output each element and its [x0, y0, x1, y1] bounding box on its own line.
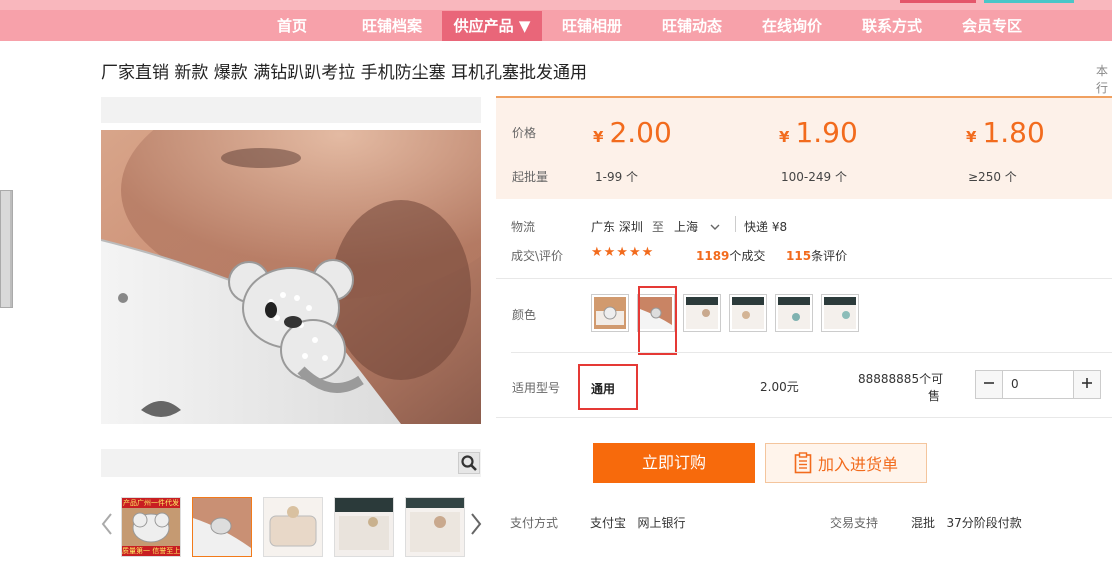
color-swatch[interactable]: [821, 294, 859, 332]
divider: [511, 352, 1112, 353]
top-decor-strip: [0, 0, 1112, 10]
nav-inquiry[interactable]: 在线询价: [742, 11, 842, 41]
nav-shop-profile[interactable]: 旺铺档案: [342, 11, 442, 41]
ship-to-word: 至: [652, 220, 665, 234]
nav-home[interactable]: 首页: [242, 11, 342, 41]
payment-methods: 支付宝 网上银行: [590, 516, 686, 530]
thumbnail-caption: 产品广州一件代发: [122, 498, 180, 508]
thumbnail-strip: 产品广州一件代发 质量第一 信誉至上: [121, 497, 476, 557]
thumb-prev-button[interactable]: [100, 512, 114, 536]
stock-line-1: 88888885个可: [858, 372, 944, 386]
main-product-image[interactable]: [101, 130, 481, 424]
gallery-toolbar: [101, 449, 481, 477]
top-decor-block: [984, 0, 1074, 3]
divider: [496, 278, 1112, 279]
currency-symbol: ¥: [779, 128, 790, 146]
trade-support-label: 交易支持: [830, 516, 879, 530]
gallery-header-bar: [101, 97, 481, 123]
deal-count: 1189: [696, 249, 730, 263]
moq-label: 起批量: [512, 170, 549, 184]
rating-stars: ★★★★★: [591, 245, 655, 260]
thumbnail[interactable]: [263, 497, 323, 557]
quantity-input[interactable]: 0: [1002, 371, 1074, 398]
currency-symbol: ¥: [966, 128, 977, 146]
qty-range: 100-249 个: [781, 170, 847, 184]
nav-contact[interactable]: 联系方式: [842, 11, 942, 41]
price-value: 1.80: [982, 116, 1045, 149]
plus-icon: [1082, 378, 1092, 388]
divider: [496, 417, 1112, 418]
ship-from: 广东 深圳: [591, 220, 643, 234]
deal-suffix: 个成交: [729, 249, 766, 263]
minus-icon: [984, 382, 994, 384]
qty-range: 1-99 个: [595, 170, 639, 184]
highlight-box: [638, 286, 677, 355]
trade-support-values: 混批 37分阶段付款: [911, 516, 1022, 530]
right-edge-text: 本行: [1096, 64, 1109, 95]
color-label: 颜色: [512, 308, 537, 322]
model-label: 适用型号: [512, 381, 561, 395]
nav-album[interactable]: 旺铺相册: [542, 11, 642, 41]
increment-button[interactable]: [1074, 371, 1100, 398]
thumbnail[interactable]: [334, 497, 394, 557]
chevron-left-icon: [101, 513, 112, 535]
deal-count-link[interactable]: 1189个成交: [696, 247, 765, 264]
top-decor-block: [900, 0, 976, 3]
deals-label: 成交\评价: [511, 249, 564, 263]
currency-symbol: ¥: [593, 128, 604, 146]
side-float-tab[interactable]: [0, 190, 13, 308]
express-fee: 快递 ¥8: [744, 220, 788, 234]
logistics-label: 物流: [511, 220, 536, 234]
review-count: 115: [786, 249, 812, 263]
price-tier-3: ¥1.80: [966, 116, 1045, 149]
top-nav-bar: 首页 旺铺档案 供应产品 ▼ 旺铺相册 旺铺动态 在线询价 联系方式 会员专区: [0, 0, 1112, 41]
highlight-box: [578, 364, 638, 410]
unit-price: 2.00元: [760, 380, 799, 394]
thumbnail-caption: 质量第一 信誉至上: [122, 546, 180, 556]
zoom-button[interactable]: [458, 452, 480, 474]
thumbnail[interactable]: 产品广州一件代发 质量第一 信誉至上: [121, 497, 181, 557]
price-tier-2: ¥1.90: [779, 116, 858, 149]
thumbnail[interactable]: [405, 497, 465, 557]
stock-line-2: 售: [928, 389, 941, 403]
color-swatch[interactable]: [591, 294, 629, 332]
product-title: 厂家直销 新款 爆款 满钻趴趴考拉 手机防尘塞 耳机孔塞批发通用: [101, 63, 588, 83]
color-swatch[interactable]: [683, 294, 721, 332]
side-float-tab-inner: [1, 191, 10, 307]
color-swatches: [591, 294, 867, 332]
ship-to-value: 上海: [674, 220, 699, 234]
chevron-down-icon: [710, 224, 720, 230]
price-value: 2.00: [609, 116, 672, 149]
review-count-link[interactable]: 115条评价: [786, 247, 847, 264]
magnifier-icon: [461, 455, 477, 471]
buy-now-button[interactable]: 立即订购: [593, 443, 755, 483]
quantity-stepper: 0: [975, 370, 1101, 399]
nav-members[interactable]: 会员专区: [942, 11, 1042, 41]
shop-nav: 首页 旺铺档案 供应产品 ▼ 旺铺相册 旺铺动态 在线询价 联系方式 会员专区: [242, 11, 1042, 41]
divider: [735, 216, 736, 232]
price-value: 1.90: [795, 116, 858, 149]
color-swatch[interactable]: [775, 294, 813, 332]
review-suffix: 条评价: [811, 249, 848, 263]
ship-to-select[interactable]: 上海: [674, 218, 720, 235]
nav-news[interactable]: 旺铺动态: [642, 11, 742, 41]
color-swatch[interactable]: [729, 294, 767, 332]
qty-range: ≥250 个: [968, 170, 1017, 184]
nav-products[interactable]: 供应产品 ▼: [442, 11, 542, 41]
thumbnail[interactable]: [192, 497, 252, 557]
decrement-button[interactable]: [976, 371, 1002, 398]
price-tier-1: ¥2.00: [593, 116, 672, 149]
add-to-cart-label: 加入进货单: [817, 455, 898, 474]
add-to-cart-button[interactable]: 加入进货单: [765, 443, 927, 483]
clipboard-icon: [794, 452, 812, 474]
price-label: 价格: [512, 126, 537, 140]
payment-label: 支付方式: [510, 516, 559, 530]
